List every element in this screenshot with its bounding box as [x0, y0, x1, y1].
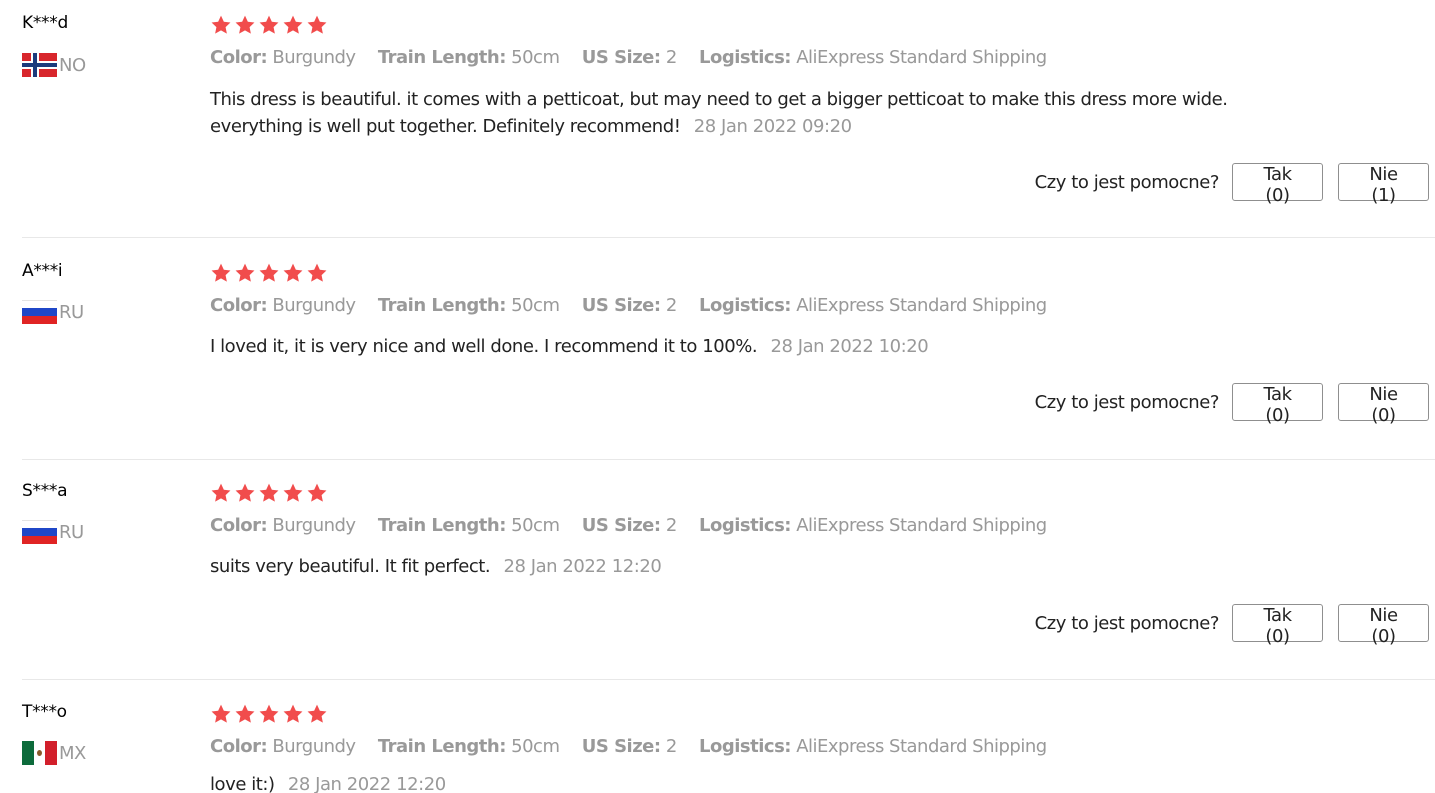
- russia-flag-icon: [22, 520, 57, 544]
- attr-color: Color: Burgundy: [210, 47, 356, 68]
- star-icon: [258, 14, 280, 36]
- star-icon: [282, 14, 304, 36]
- helpful-yes-button[interactable]: Tak (0): [1232, 163, 1323, 206]
- helpful-vote: Czy to jest pomocne? Tak (0) Nie (0): [1034, 604, 1429, 647]
- attr-color: Color: Burgundy: [210, 736, 356, 757]
- star-icon: [282, 482, 304, 504]
- review-item: T***o MX Color: Burgundy Train Length: 5…: [0, 680, 1435, 793]
- star-icon: [234, 14, 256, 36]
- sku-attributes: Color: Burgundy Train Length: 50cm US Si…: [210, 515, 1064, 536]
- country-code: RU: [59, 521, 84, 543]
- sku-attributes: Color: Burgundy Train Length: 50cm US Si…: [210, 47, 1064, 68]
- star-icon: [210, 703, 232, 725]
- helpful-label: Czy to jest pomocne?: [1034, 612, 1220, 634]
- attr-logistics: Logistics: AliExpress Standard Shipping: [699, 295, 1047, 316]
- star-icon: [210, 14, 232, 36]
- star-icon: [234, 262, 256, 284]
- reviewer-name: T***o: [22, 702, 67, 722]
- star-icon: [234, 482, 256, 504]
- attr-logistics: Logistics: AliExpress Standard Shipping: [699, 736, 1047, 757]
- review-text: love it:) 28 Jan 2022 12:20: [210, 771, 1310, 793]
- russia-flag-icon: [22, 300, 57, 324]
- star-icon: [258, 482, 280, 504]
- country-code: NO: [59, 54, 86, 76]
- attr-train-length: Train Length: 50cm: [377, 47, 560, 68]
- star-icon: [234, 703, 256, 725]
- attr-color: Color: Burgundy: [210, 515, 356, 536]
- attr-us-size: US Size: 2: [581, 515, 678, 536]
- attr-us-size: US Size: 2: [581, 295, 678, 316]
- helpful-label: Czy to jest pomocne?: [1034, 171, 1220, 193]
- norway-flag-icon: [22, 53, 57, 77]
- reviewer-name: S***a: [22, 481, 68, 501]
- review-list: K***d NO Color: Burgundy Train Length: 5…: [0, 0, 1435, 793]
- attr-logistics: Logistics: AliExpress Standard Shipping: [699, 47, 1047, 68]
- review-item: A***i RU Color: Burgundy Train Length: 5…: [0, 239, 1435, 460]
- review-body: suits very beautiful. It fit perfect.: [210, 556, 491, 577]
- reviewer-name: K***d: [22, 13, 68, 33]
- helpful-no-button[interactable]: Nie (1): [1338, 163, 1429, 206]
- review-date: 28 Jan 2022 12:20: [287, 774, 446, 793]
- helpful-yes-button[interactable]: Tak (0): [1232, 604, 1323, 647]
- star-icon: [282, 703, 304, 725]
- helpful-no-button[interactable]: Nie (0): [1338, 383, 1429, 426]
- star-icon: [306, 482, 328, 504]
- attr-us-size: US Size: 2: [581, 736, 678, 757]
- country-code: MX: [59, 742, 86, 764]
- review-text: suits very beautiful. It fit perfect. 28…: [210, 553, 1310, 580]
- star-icon: [282, 262, 304, 284]
- helpful-vote: Czy to jest pomocne? Tak (0) Nie (1): [1034, 163, 1429, 206]
- attr-train-length: Train Length: 50cm: [377, 295, 560, 316]
- helpful-yes-button[interactable]: Tak (0): [1232, 383, 1323, 426]
- review-divider: [22, 237, 1435, 238]
- star-rating: [210, 703, 328, 729]
- star-icon: [306, 262, 328, 284]
- sku-attributes: Color: Burgundy Train Length: 50cm US Si…: [210, 295, 1064, 316]
- helpful-no-button[interactable]: Nie (0): [1338, 604, 1429, 647]
- star-icon: [306, 703, 328, 725]
- reviewer-country: RU: [22, 519, 84, 545]
- star-icon: [258, 262, 280, 284]
- attr-train-length: Train Length: 50cm: [377, 515, 560, 536]
- reviewer-country: MX: [22, 740, 86, 766]
- sku-attributes: Color: Burgundy Train Length: 50cm US Si…: [210, 736, 1064, 757]
- attr-train-length: Train Length: 50cm: [377, 736, 560, 757]
- star-rating: [210, 482, 328, 508]
- star-icon: [210, 262, 232, 284]
- review-body: love it:): [210, 774, 275, 793]
- star-icon: [306, 14, 328, 36]
- review-date: 28 Jan 2022 12:20: [503, 556, 662, 577]
- review-item: K***d NO Color: Burgundy Train Length: 5…: [0, 0, 1435, 238]
- reviewer-name: A***i: [22, 261, 63, 281]
- star-rating: [210, 262, 328, 288]
- review-date: 28 Jan 2022 09:20: [693, 116, 852, 137]
- attr-logistics: Logistics: AliExpress Standard Shipping: [699, 515, 1047, 536]
- review-body: I loved it, it is very nice and well don…: [210, 336, 758, 357]
- attr-us-size: US Size: 2: [581, 47, 678, 68]
- review-text: I loved it, it is very nice and well don…: [210, 333, 1310, 360]
- review-item: S***a RU Color: Burgundy Train Length: 5…: [0, 460, 1435, 680]
- helpful-vote: Czy to jest pomocne? Tak (0) Nie (0): [1034, 383, 1429, 426]
- reviewer-country: RU: [22, 299, 84, 325]
- review-date: 28 Jan 2022 10:20: [770, 336, 929, 357]
- reviewer-country: NO: [22, 52, 86, 78]
- country-code: RU: [59, 301, 84, 323]
- star-icon: [210, 482, 232, 504]
- star-icon: [258, 703, 280, 725]
- mexico-flag-icon: [22, 741, 57, 765]
- attr-color: Color: Burgundy: [210, 295, 356, 316]
- star-rating: [210, 14, 328, 40]
- review-text: This dress is beautiful. it comes with a…: [210, 86, 1310, 140]
- helpful-label: Czy to jest pomocne?: [1034, 391, 1220, 413]
